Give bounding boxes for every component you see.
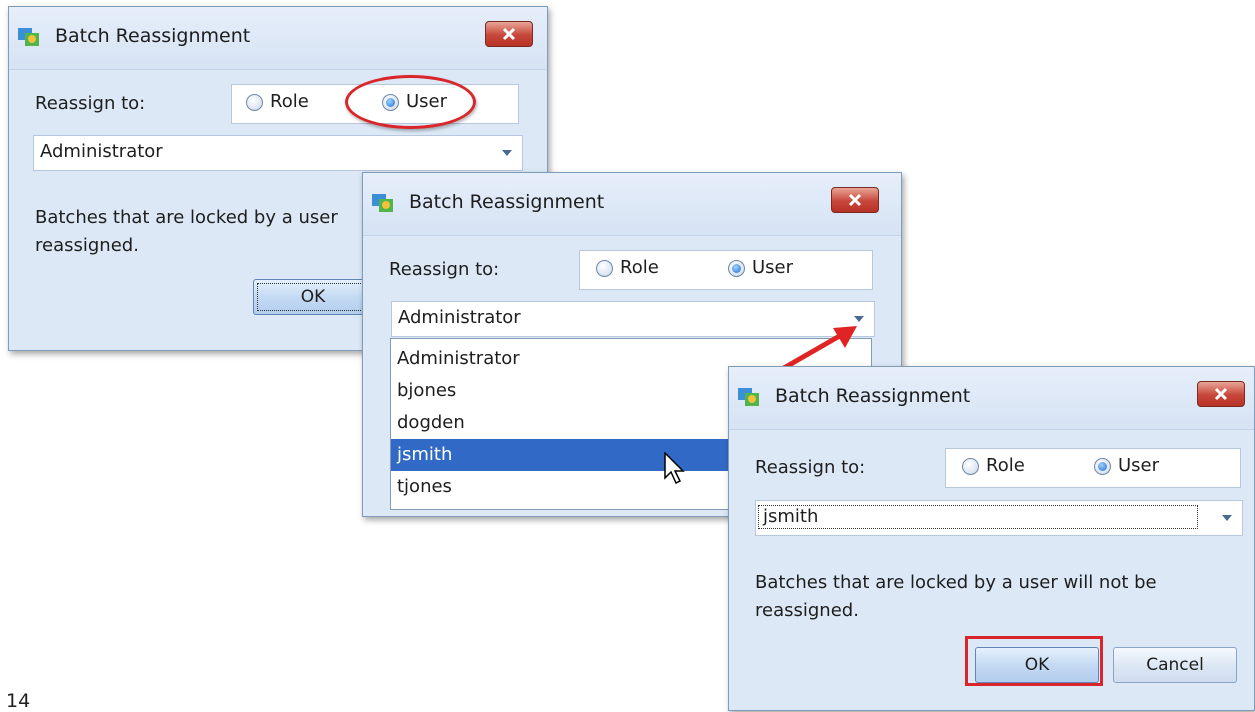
- dialog-1-title: Batch Reassignment: [55, 25, 251, 47]
- app-icon: [371, 191, 395, 215]
- dialog-2-titlebar: Batch Reassignment: [363, 173, 901, 236]
- dialog-3-role-label: Role: [986, 455, 1025, 476]
- dialog-1-reassign-label: Reassign to:: [35, 93, 146, 114]
- mouse-pointer-icon: [664, 452, 685, 485]
- dialog-1-info-line2: reassigned.: [35, 235, 139, 256]
- dialog-3-user-combo[interactable]: jsmith: [755, 500, 1243, 536]
- dialog-1-ok-button[interactable]: OK: [253, 279, 373, 315]
- dialog-3-info-line1: Batches that are locked by a user will n…: [755, 572, 1157, 593]
- dialog-3-combo-value: jsmith: [758, 505, 1198, 529]
- dialog-2-title: Batch Reassignment: [409, 191, 605, 213]
- page-number: 14: [6, 690, 31, 712]
- dialog-3-cancel-label: Cancel: [1146, 655, 1204, 675]
- chevron-down-icon: [502, 150, 512, 156]
- dialog-3-close-button[interactable]: [1197, 381, 1245, 407]
- dialog-1-ok-label: OK: [257, 283, 369, 311]
- dialog-3-user-label: User: [1118, 455, 1160, 476]
- close-icon: [502, 27, 516, 41]
- radio-checked-icon: [728, 260, 745, 277]
- close-icon: [1214, 387, 1228, 401]
- chevron-down-icon: [1222, 515, 1232, 521]
- dialog-3-reassign-label: Reassign to:: [755, 457, 866, 478]
- dialog-1-user-combo[interactable]: Administrator: [33, 135, 523, 171]
- dialog-2-close-button[interactable]: [831, 187, 879, 213]
- ok-button-highlight: [965, 636, 1103, 686]
- app-icon: [737, 385, 761, 409]
- dialog-1-close-button[interactable]: [485, 21, 533, 47]
- dialog-2-role-label: Role: [620, 257, 659, 278]
- dialog-3-reassign-radio-group: Role User: [945, 448, 1241, 488]
- dialog-1-role-label: Role: [270, 91, 309, 112]
- dialog-1-titlebar: Batch Reassignment: [9, 7, 547, 70]
- radio-unchecked-icon: [246, 94, 263, 111]
- dialog-3-cancel-button[interactable]: Cancel: [1113, 647, 1237, 683]
- dialog-2-user-label: User: [752, 257, 794, 278]
- dialog-3-titlebar: Batch Reassignment: [729, 367, 1254, 430]
- radio-unchecked-icon: [962, 458, 979, 475]
- dialog-2-reassign-radio-group: Role User: [579, 250, 873, 290]
- dialog-2-reassign-label: Reassign to:: [389, 259, 500, 280]
- dialog-1-info-line1: Batches that are locked by a user: [35, 207, 338, 228]
- dialog-3-title: Batch Reassignment: [775, 385, 971, 407]
- dialog-3-info-line2: reassigned.: [755, 600, 859, 621]
- dialog-1-combo-value: Administrator: [40, 141, 163, 162]
- dialog-2-combo-value: Administrator: [398, 307, 521, 328]
- user-radio-highlight: [345, 75, 476, 129]
- app-icon: [17, 25, 41, 49]
- close-icon: [848, 193, 862, 207]
- radio-checked-icon: [1094, 458, 1111, 475]
- radio-unchecked-icon: [596, 260, 613, 277]
